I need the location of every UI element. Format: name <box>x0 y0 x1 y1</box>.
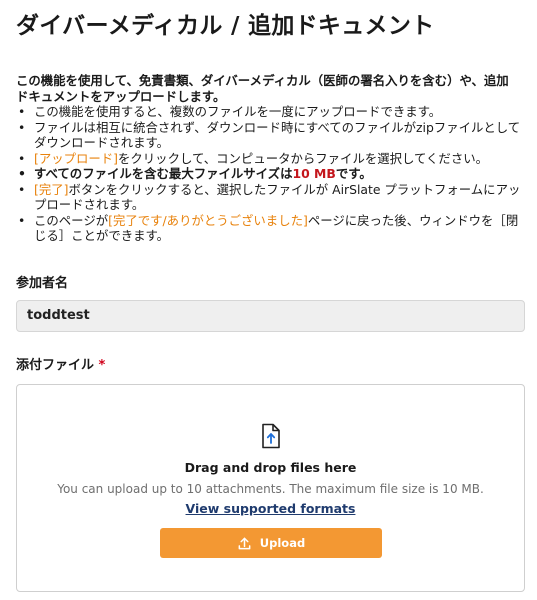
instructions-list: この機能を使用すると、複数のファイルを一度にアップロードできます。 ファイルは相… <box>16 104 521 244</box>
list-item: [完了]ボタンをクリックすると、選択したファイルが AirSlate プラットフ… <box>16 182 521 213</box>
thanks-highlight: [完了です/ありがとうございました] <box>108 212 308 228</box>
list-item: このページが[完了です/ありがとうございました]ページに戻った後、ウィンドウを［… <box>16 213 521 244</box>
participant-name-field[interactable]: toddtest <box>16 300 525 332</box>
dropzone-title: Drag and drop files here <box>184 460 357 475</box>
file-dropzone[interactable]: Drag and drop files here You can upload … <box>16 384 525 592</box>
list-item: [アップロード]をクリックして、コンピュータからファイルを選択してください。 <box>16 151 521 167</box>
list-item: ファイルは相互に統合されず、ダウンロード時にすべてのファイルがzipファイルとし… <box>16 120 521 151</box>
upload-button-label: Upload <box>259 536 306 550</box>
max-size-value: 10 MB <box>292 166 336 181</box>
bullet-text: をクリックして、コンピュータからファイルを選択してください。 <box>118 150 488 166</box>
bullet-text: このページが <box>34 212 109 228</box>
required-mark: * <box>98 358 106 373</box>
dropzone-hint: You can upload up to 10 attachments. The… <box>57 482 484 496</box>
list-item: この機能を使用すると、複数のファイルを一度にアップロードできます。 <box>16 104 521 120</box>
participant-name-label: 参加者名 <box>16 276 69 291</box>
bullet-text: すべてのファイルを含む最大ファイルサイズは <box>34 166 293 181</box>
bullet-text: この機能を使用すると、複数のファイルを一度にアップロードできます。 <box>34 104 442 119</box>
bullet-text: ボタンをクリックすると、選択したファイルが AirSlate プラットフォームに… <box>34 181 521 213</box>
bullet-text: ファイルは相互に統合されず、ダウンロード時にすべてのファイルがzipファイルとし… <box>34 119 521 151</box>
bullet-text: です。 <box>335 166 372 181</box>
done-highlight: [完了] <box>34 181 69 197</box>
list-item: すべてのファイルを含む最大ファイルサイズは10 MBです。 <box>16 166 521 182</box>
upload-highlight: [アップロード] <box>34 150 119 166</box>
attachments-label: 添付ファイル * <box>16 354 105 373</box>
file-upload-icon <box>262 423 280 449</box>
page-container: ダイバーメディカル / 追加ドキュメント この機能を使用して、免責書類、ダイバー… <box>0 0 537 244</box>
instructions-intro: この機能を使用して、免責書類、ダイバーメディカル（医師の署名入りを含む）や、追加… <box>16 73 509 104</box>
attachments-label-text: 添付ファイル <box>16 358 95 373</box>
upload-icon <box>238 537 251 549</box>
upload-button[interactable]: Upload <box>160 528 382 558</box>
page-title: ダイバーメディカル / 追加ドキュメント <box>16 13 435 39</box>
view-supported-formats-link[interactable]: View supported formats <box>17 501 524 516</box>
